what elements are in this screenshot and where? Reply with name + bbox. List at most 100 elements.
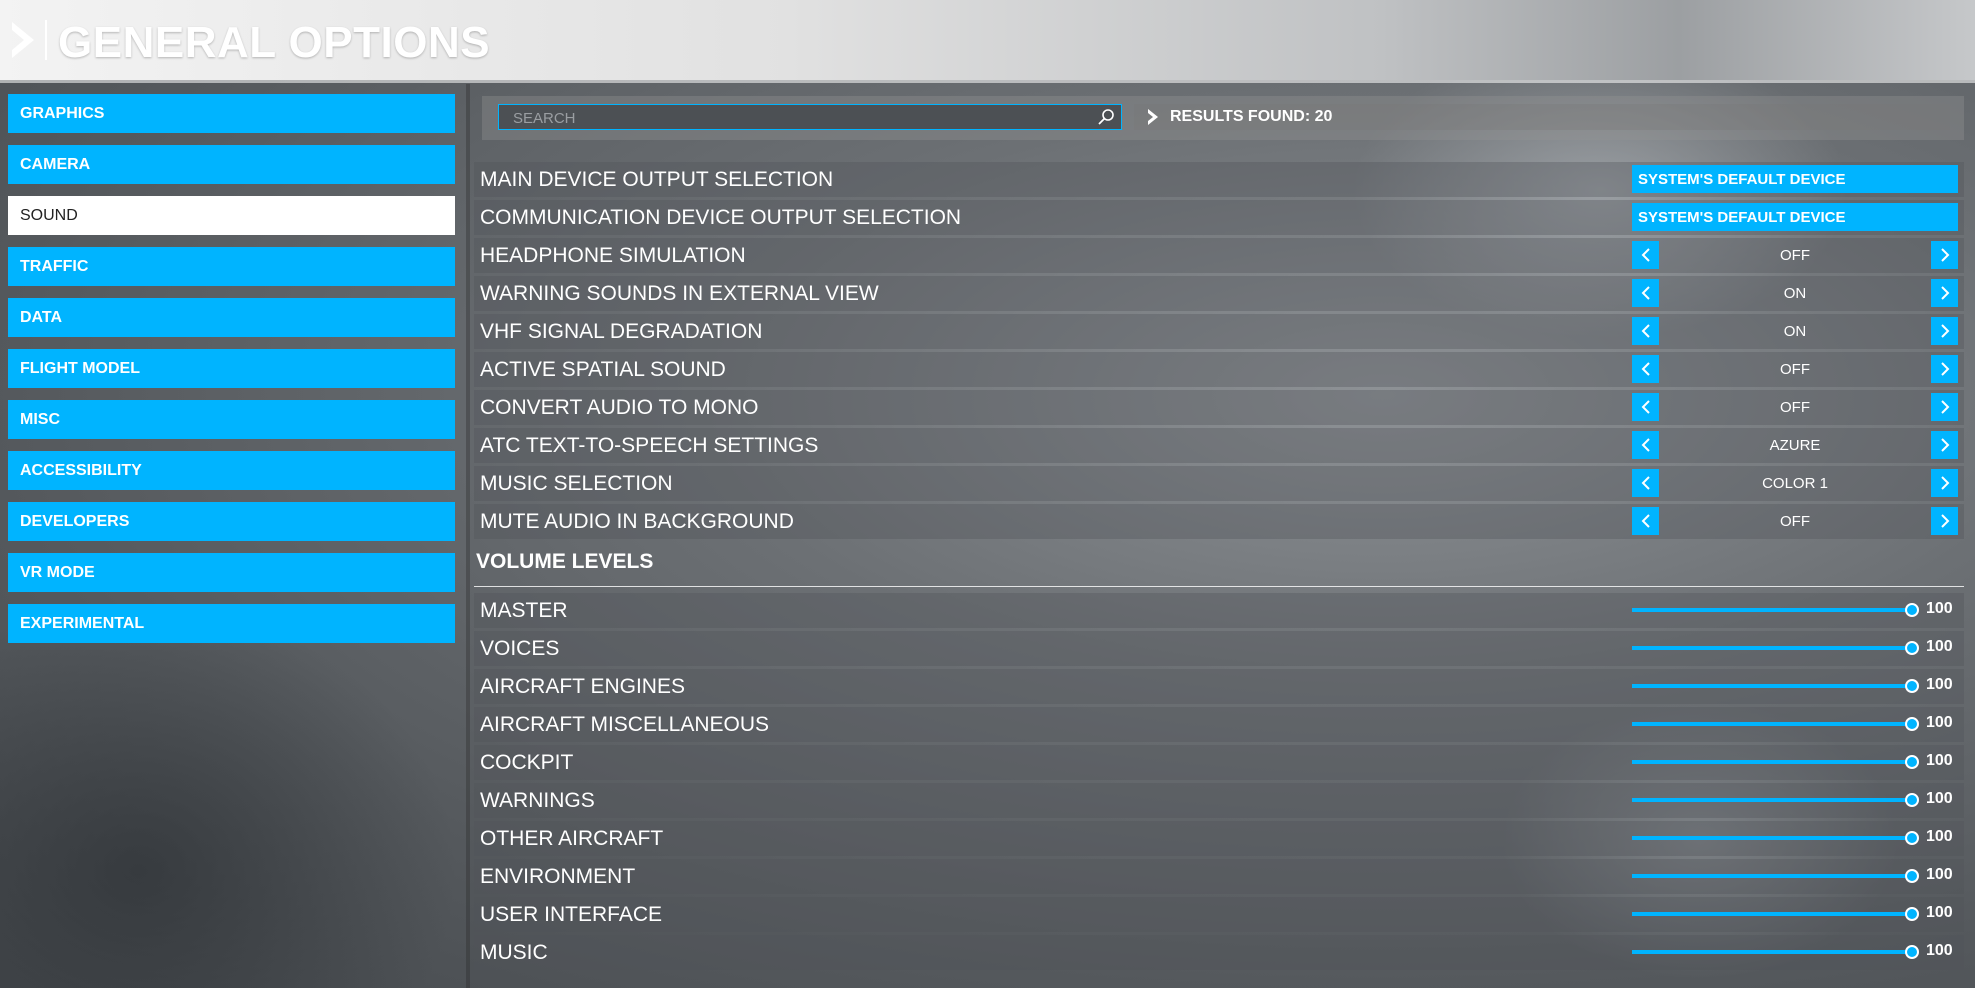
arrow-right-icon bbox=[1940, 476, 1949, 490]
section-header-volume: VOLUME LEVELS bbox=[474, 542, 1964, 587]
panel-divider bbox=[466, 84, 470, 988]
prev-option-button[interactable] bbox=[1632, 507, 1659, 535]
next-option-button[interactable] bbox=[1931, 317, 1958, 345]
sidebar-item-traffic[interactable]: TRAFFIC bbox=[8, 247, 455, 286]
sidebar-item-accessibility[interactable]: ACCESSIBILITY bbox=[8, 451, 455, 490]
setting-label: HEADPHONE SIMULATION bbox=[480, 243, 746, 267]
volume-value: 100 bbox=[1926, 638, 1953, 655]
arrow-right-icon bbox=[1940, 438, 1949, 452]
next-option-button[interactable] bbox=[1931, 241, 1958, 269]
option-selector: ON bbox=[1632, 279, 1958, 307]
volume-slider[interactable]: 100 bbox=[1632, 593, 1962, 628]
setting-row: COMMUNICATION DEVICE OUTPUT SELECTION SYS… bbox=[474, 200, 1964, 235]
next-option-button[interactable] bbox=[1931, 431, 1958, 459]
volume-value: 100 bbox=[1926, 942, 1953, 959]
slider-knob[interactable] bbox=[1905, 717, 1919, 731]
volume-slider[interactable]: 100 bbox=[1632, 631, 1962, 666]
search-icon[interactable] bbox=[1097, 108, 1115, 126]
volume-slider[interactable]: 100 bbox=[1632, 897, 1962, 932]
slider-fill bbox=[1632, 798, 1912, 802]
option-selector: OFF bbox=[1632, 355, 1958, 383]
setting-row: WARNING SOUNDS IN EXTERNAL VIEW ON bbox=[474, 276, 1964, 311]
setting-row: HEADPHONE SIMULATION OFF bbox=[474, 238, 1964, 273]
sidebar-item-vr-mode[interactable]: VR MODE bbox=[8, 553, 455, 592]
volume-label: WARNINGS bbox=[480, 788, 595, 812]
prev-option-button[interactable] bbox=[1632, 431, 1659, 459]
volume-slider[interactable]: 100 bbox=[1632, 707, 1962, 742]
setting-row: ATC TEXT-TO-SPEECH SETTINGS AZURE bbox=[474, 428, 1964, 463]
chevron-right-icon[interactable] bbox=[8, 20, 38, 60]
sidebar-item-experimental[interactable]: EXPERIMENTAL bbox=[8, 604, 455, 643]
sidebar-item-sound[interactable]: SOUND bbox=[8, 196, 455, 235]
arrow-left-icon bbox=[1641, 400, 1650, 414]
next-option-button[interactable] bbox=[1931, 279, 1958, 307]
search-box[interactable] bbox=[498, 104, 1122, 131]
volume-label: OTHER AIRCRAFT bbox=[480, 826, 664, 850]
option-value: COLOR 1 bbox=[1762, 474, 1828, 492]
slider-knob[interactable] bbox=[1905, 641, 1919, 655]
slider-knob[interactable] bbox=[1905, 603, 1919, 617]
slider-knob[interactable] bbox=[1905, 679, 1919, 693]
volume-slider[interactable]: 100 bbox=[1632, 935, 1962, 970]
device-dropdown[interactable]: SYSTEM'S DEFAULT DEVICE bbox=[1632, 203, 1958, 231]
slider-knob[interactable] bbox=[1905, 907, 1919, 921]
sidebar-item-data[interactable]: DATA bbox=[8, 298, 455, 337]
sidebar-item-misc[interactable]: MISC bbox=[8, 400, 455, 439]
volume-row: AIRCRAFT MISCELLANEOUS 100 bbox=[474, 707, 1964, 742]
next-option-button[interactable] bbox=[1931, 507, 1958, 535]
volume-slider[interactable]: 100 bbox=[1632, 821, 1962, 856]
next-option-button[interactable] bbox=[1931, 355, 1958, 383]
slider-knob[interactable] bbox=[1905, 869, 1919, 883]
sidebar-item-flight-model[interactable]: FLIGHT MODEL bbox=[8, 349, 455, 388]
slider-knob[interactable] bbox=[1905, 945, 1919, 959]
setting-label: MAIN DEVICE OUTPUT SELECTION bbox=[480, 167, 834, 191]
option-selector: OFF bbox=[1632, 241, 1958, 269]
slider-fill bbox=[1632, 874, 1912, 878]
sidebar: GRAPHICS CAMERA SOUND TRAFFIC DATA FLIGHT MOD… bbox=[8, 94, 455, 655]
dropdown-value[interactable]: SYSTEM'S DEFAULT DEVICE bbox=[1632, 203, 1958, 231]
next-option-button[interactable] bbox=[1931, 469, 1958, 497]
volume-row: USER INTERFACE 100 bbox=[474, 897, 1964, 932]
volume-label: AIRCRAFT ENGINES bbox=[480, 674, 685, 698]
next-option-button[interactable] bbox=[1931, 393, 1958, 421]
slider-fill bbox=[1632, 646, 1912, 650]
prev-option-button[interactable] bbox=[1632, 279, 1659, 307]
header-underline bbox=[0, 80, 1975, 83]
setting-row: ACTIVE SPATIAL SOUND OFF bbox=[474, 352, 1964, 387]
slider-knob[interactable] bbox=[1905, 793, 1919, 807]
device-dropdown[interactable]: SYSTEM'S DEFAULT DEVICE bbox=[1632, 165, 1958, 193]
volume-row: AIRCRAFT ENGINES 100 bbox=[474, 669, 1964, 704]
volume-slider[interactable]: 100 bbox=[1632, 859, 1962, 894]
option-value: ON bbox=[1783, 322, 1807, 340]
volume-row: MUSIC 100 bbox=[474, 935, 1964, 970]
arrow-right-icon bbox=[1940, 362, 1949, 376]
option-value: OFF bbox=[1780, 398, 1810, 416]
settings-list: MAIN DEVICE OUTPUT SELECTION SYSTEM'S DEF… bbox=[474, 162, 1964, 973]
volume-slider[interactable]: 100 bbox=[1632, 783, 1962, 818]
prev-option-button[interactable] bbox=[1632, 355, 1659, 383]
prev-option-button[interactable] bbox=[1632, 469, 1659, 497]
arrow-right-icon bbox=[1940, 248, 1949, 262]
arrow-left-icon bbox=[1641, 324, 1650, 338]
prev-option-button[interactable] bbox=[1632, 393, 1659, 421]
arrow-left-icon bbox=[1641, 286, 1650, 300]
volume-slider[interactable]: 100 bbox=[1632, 669, 1962, 704]
dropdown-value[interactable]: SYSTEM'S DEFAULT DEVICE bbox=[1632, 165, 1958, 193]
slider-fill bbox=[1632, 912, 1912, 916]
sidebar-item-camera[interactable]: CAMERA bbox=[8, 145, 455, 184]
search-input[interactable] bbox=[499, 105, 1095, 131]
slider-fill bbox=[1632, 722, 1912, 726]
volume-label: COCKPIT bbox=[480, 750, 574, 774]
prev-option-button[interactable] bbox=[1632, 241, 1659, 269]
sidebar-item-developers[interactable]: DEVELOPERS bbox=[8, 502, 455, 541]
prev-option-button[interactable] bbox=[1632, 317, 1659, 345]
setting-label: ATC TEXT-TO-SPEECH SETTINGS bbox=[480, 433, 819, 457]
volume-label: AIRCRAFT MISCELLANEOUS bbox=[480, 712, 770, 736]
volume-slider[interactable]: 100 bbox=[1632, 745, 1962, 780]
slider-knob[interactable] bbox=[1905, 831, 1919, 845]
slider-fill bbox=[1632, 684, 1912, 688]
slider-knob[interactable] bbox=[1905, 755, 1919, 769]
arrow-right-icon bbox=[1940, 514, 1949, 528]
sidebar-item-graphics[interactable]: GRAPHICS bbox=[8, 94, 455, 133]
setting-row: VHF SIGNAL DEGRADATION ON bbox=[474, 314, 1964, 349]
